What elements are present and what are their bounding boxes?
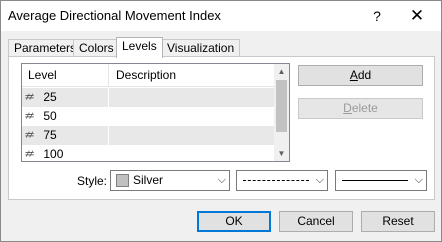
line-width-select[interactable]: ⌵ [335,170,427,191]
table-row[interactable]: ≠≠ 100 [22,145,274,161]
level-cell: ≠≠ 75 [22,126,109,145]
vertical-scrollbar[interactable]: ▲ ▼ [274,64,289,161]
add-hotkey: A [349,68,358,82]
description-cell[interactable] [110,88,274,107]
column-header-level[interactable]: Level [22,64,109,87]
cancel-button[interactable]: Cancel [279,211,353,232]
level-line-icon: ≠≠ [25,92,34,103]
level-value: 100 [43,147,64,161]
level-cell: ≠≠ 25 [22,88,109,107]
description-cell[interactable] [110,145,274,161]
table-row[interactable]: ≠≠ 50 [22,107,274,126]
tab-visualization[interactable]: Visualization [161,39,241,57]
dashed-line-preview [243,180,309,181]
table-row[interactable]: ≠≠ 75 [22,126,274,145]
help-button[interactable]: ? [361,1,393,31]
list-header: Level Description [22,64,274,87]
level-value: 75 [43,128,57,142]
chevron-down-icon: ⌵ [217,174,226,186]
solid-line-preview [342,180,408,181]
scroll-down-icon[interactable]: ▼ [274,146,289,161]
level-cell: ≠≠ 50 [22,107,109,126]
window-title: Average Directional Movement Index [8,8,221,23]
level-cell: ≠≠ 100 [22,145,109,161]
scroll-up-icon[interactable]: ▲ [274,64,289,79]
title-bar: Average Directional Movement Index ? ✕ [1,1,441,31]
close-button[interactable]: ✕ [399,1,435,31]
ok-button[interactable]: OK [197,211,271,232]
reset-button[interactable]: Reset [361,211,435,232]
level-line-icon: ≠≠ [25,111,34,122]
delete-button[interactable]: Delete [298,98,423,119]
delete-label-rest: elete [351,101,378,115]
delete-hotkey: D [343,101,352,115]
description-cell[interactable] [110,107,274,126]
level-line-icon: ≠≠ [25,130,34,141]
column-header-description[interactable]: Description [110,64,274,87]
level-value: 50 [43,109,57,123]
tab-levels[interactable]: Levels [116,37,163,58]
levels-panel: Level Description ≠≠ 25 ≠≠ 50 ≠≠ 75 ≠≠ 1… [8,56,435,200]
line-style-select[interactable]: ⌵ [236,170,328,191]
color-value: Silver [133,173,164,187]
color-swatch [116,174,129,187]
tab-parameters[interactable]: Parameters [8,39,83,57]
dialog-window: Average Directional Movement Index ? ✕ P… [0,0,442,242]
style-label: Style: [77,174,108,188]
description-cell[interactable] [110,126,274,145]
levels-list[interactable]: Level Description ≠≠ 25 ≠≠ 50 ≠≠ 75 ≠≠ 1… [21,63,290,162]
level-value: 25 [43,90,57,104]
chevron-down-icon: ⌵ [414,174,423,186]
tab-colors[interactable]: Colors [73,39,120,57]
scroll-thumb[interactable] [276,80,287,132]
level-line-icon: ≠≠ [25,149,34,160]
table-row[interactable]: ≠≠ 25 [22,88,274,107]
color-select[interactable]: Silver ⌵ [110,170,230,191]
add-button[interactable]: Add [298,65,423,86]
chevron-down-icon: ⌵ [315,174,324,186]
add-label-rest: dd [357,68,372,82]
